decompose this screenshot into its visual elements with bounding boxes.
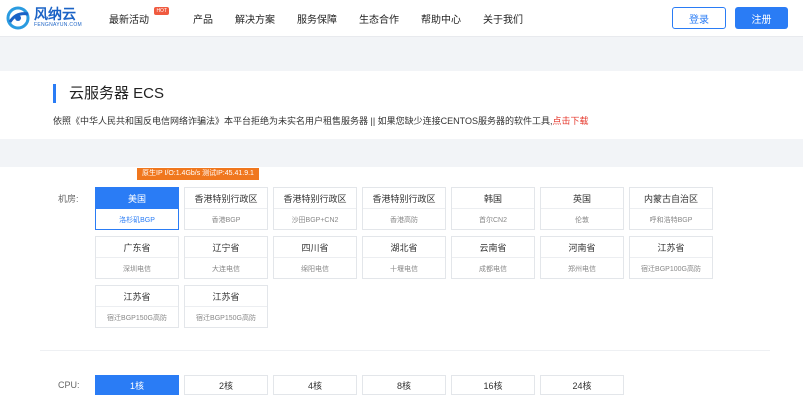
room-line: 成都电信 bbox=[479, 265, 507, 273]
nav-item-about[interactable]: 关于我们 bbox=[483, 11, 523, 26]
cpu-label: CPU: bbox=[58, 380, 80, 390]
room-line: 郑州电信 bbox=[568, 265, 596, 273]
room-region: 香港特别行政区 bbox=[185, 188, 267, 209]
nav-item-solutions[interactable]: 解决方案 bbox=[235, 11, 275, 26]
room-line: 宿迁BGP150G高防 bbox=[196, 314, 256, 322]
notice-body: 依照《中华人民共和国反电信网络诈骗法》本平台拒绝为未实名用户租售服务器 || 如… bbox=[53, 116, 553, 126]
room-option[interactable]: 英国 伦敦 bbox=[540, 187, 624, 230]
cpu-option-2[interactable]: 2核 bbox=[184, 375, 268, 395]
room-option[interactable]: 云南省 成都电信 bbox=[451, 236, 535, 279]
room-line: 洛杉矶BGP bbox=[119, 216, 155, 224]
room-option[interactable]: 辽宁省 大连电信 bbox=[184, 236, 268, 279]
nav-item-help[interactable]: 帮助中心 bbox=[421, 11, 461, 26]
room-line: 深圳电信 bbox=[123, 265, 151, 273]
room-option[interactable]: 韩国 首尔CN2 bbox=[451, 187, 535, 230]
room-region: 广东省 bbox=[96, 237, 178, 258]
room-region: 湖北省 bbox=[363, 237, 445, 258]
logo[interactable]: 风纳云 FENGNAYUN.COM bbox=[6, 6, 82, 30]
room-line: 香港BGP bbox=[211, 216, 241, 224]
room-region: 韩国 bbox=[452, 188, 534, 209]
logo-name: 风纳云 bbox=[34, 6, 76, 22]
room-option[interactable]: 四川省 绵阳电信 bbox=[273, 236, 357, 279]
cloud-logo-icon bbox=[6, 6, 30, 30]
title-accent-bar bbox=[53, 84, 56, 103]
room-region: 香港特别行政区 bbox=[274, 188, 356, 209]
room-line: 十堰电信 bbox=[390, 265, 418, 273]
room-region: 英国 bbox=[541, 188, 623, 209]
room-region: 四川省 bbox=[274, 237, 356, 258]
nav-item-label: 最新活动 bbox=[109, 15, 149, 26]
room-option[interactable]: 江苏省 宿迁BGP150G高防 bbox=[95, 285, 179, 328]
room-tip-badge: 原生IP I/O:1.4Gb/s 测试IP:45.41.9.1 bbox=[137, 168, 259, 180]
room-line: 香港高防 bbox=[390, 216, 418, 224]
notice-text: 依照《中华人民共和国反电信网络诈骗法》本平台拒绝为未实名用户租售服务器 || 如… bbox=[53, 114, 589, 127]
cpu-option-4[interactable]: 4核 bbox=[273, 375, 357, 395]
nav-item-ecosystem[interactable]: 生态合作 bbox=[359, 11, 399, 26]
nav-item-service[interactable]: 服务保障 bbox=[297, 11, 337, 26]
cpu-option-8[interactable]: 8核 bbox=[362, 375, 446, 395]
room-label: 机房: bbox=[58, 194, 79, 204]
login-button[interactable]: 登录 bbox=[672, 7, 726, 29]
room-option[interactable]: 香港特别行政区 香港BGP bbox=[184, 187, 268, 230]
room-option[interactable]: 江苏省 宿迁BGP100G高防 bbox=[629, 236, 713, 279]
config-panel: 原生IP I/O:1.4Gb/s 测试IP:45.41.9.1 机房: 美国 洛… bbox=[0, 167, 803, 400]
room-option[interactable]: 广东省 深圳电信 bbox=[95, 236, 179, 279]
main-nav: 最新活动 HOT 产品 解决方案 服务保障 生态合作 帮助中心 关于我们 bbox=[109, 0, 545, 37]
room-region: 江苏省 bbox=[185, 286, 267, 307]
room-region: 辽宁省 bbox=[185, 237, 267, 258]
nav-item-latest-activity[interactable]: 最新活动 HOT bbox=[109, 7, 169, 26]
room-option[interactable]: 湖北省 十堰电信 bbox=[362, 236, 446, 279]
page-title: 云服务器 ECS bbox=[69, 85, 165, 102]
room-option[interactable]: 香港特别行政区 香港高防 bbox=[362, 187, 446, 230]
cpu-option-24[interactable]: 24核 bbox=[540, 375, 624, 395]
top-header: 风纳云 FENGNAYUN.COM 最新活动 HOT 产品 解决方案 服务保障 … bbox=[0, 0, 803, 37]
room-region: 内蒙古自治区 bbox=[630, 188, 712, 209]
room-line: 宿迁BGP100G高防 bbox=[641, 265, 701, 273]
room-region: 江苏省 bbox=[96, 286, 178, 307]
section-divider bbox=[40, 350, 770, 351]
cpu-option-16[interactable]: 16核 bbox=[451, 375, 535, 395]
room-line: 伦敦 bbox=[575, 216, 589, 224]
room-option[interactable]: 内蒙古自治区 呼和浩特BGP bbox=[629, 187, 713, 230]
cpu-option-1[interactable]: 1核 bbox=[95, 375, 179, 395]
room-region: 河南省 bbox=[541, 237, 623, 258]
room-line: 沙田BGP+CN2 bbox=[291, 216, 339, 224]
nav-item-products[interactable]: 产品 bbox=[193, 11, 213, 26]
room-line: 绵阳电信 bbox=[301, 265, 329, 273]
logo-domain: FENGNAYUN.COM bbox=[34, 22, 82, 28]
register-button[interactable]: 注册 bbox=[735, 7, 788, 29]
room-region: 江苏省 bbox=[630, 237, 712, 258]
download-link[interactable]: 点击下载 bbox=[553, 116, 589, 126]
room-region: 云南省 bbox=[452, 237, 534, 258]
room-option[interactable]: 江苏省 宿迁BGP150G高防 bbox=[184, 285, 268, 328]
hot-badge: HOT bbox=[154, 7, 169, 15]
room-option[interactable]: 河南省 郑州电信 bbox=[540, 236, 624, 279]
room-line: 首尔CN2 bbox=[478, 216, 507, 224]
room-line: 大连电信 bbox=[212, 265, 240, 273]
room-region: 香港特别行政区 bbox=[363, 188, 445, 209]
room-region: 美国 bbox=[96, 188, 178, 209]
room-option[interactable]: 香港特别行政区 沙田BGP+CN2 bbox=[273, 187, 357, 230]
page-banner: 云服务器 ECS 依照《中华人民共和国反电信网络诈骗法》本平台拒绝为未实名用户租… bbox=[0, 71, 803, 139]
room-line: 宿迁BGP150G高防 bbox=[107, 314, 167, 322]
room-option[interactable]: 美国 洛杉矶BGP bbox=[95, 187, 179, 230]
room-line: 呼和浩特BGP bbox=[649, 216, 693, 224]
